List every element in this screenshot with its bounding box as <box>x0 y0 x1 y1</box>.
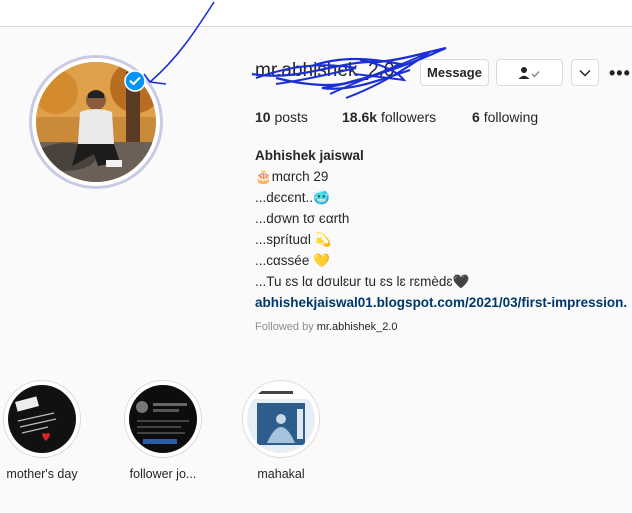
profile-bio: Abhishek jaiswal 🎂mαrch 29 ...dєcєnt..🥶 … <box>255 145 627 313</box>
followed-by-prefix: Followed by <box>255 321 314 333</box>
options-icon[interactable]: ••• <box>609 63 631 84</box>
highlight-follower-journey[interactable] <box>124 380 202 458</box>
bio-line: ...Tu ɛs lα dσulɛur tu ɛs lɛ rɛmèdɛ🖤 <box>255 274 470 289</box>
highlight-mothers-day[interactable] <box>3 380 81 458</box>
bio-line: ...cαssée 💛 <box>255 253 330 268</box>
bio-line: ...dєcєnt..🥶 <box>255 190 330 205</box>
highlight-cover-image <box>247 385 315 453</box>
highlight-cover <box>8 385 76 453</box>
highlight-label: mahakal <box>257 467 305 481</box>
message-button[interactable]: Message <box>420 59 489 86</box>
followed-by-user: mr.abhishek_2.0 <box>316 321 398 333</box>
highlight-label: follower jo... <box>129 467 197 481</box>
highlight-cover-image <box>129 385 197 453</box>
highlight-cover-image <box>8 385 76 453</box>
bio-website-link[interactable]: abhishekjaiswal01.blogspot.com/2021/03/f… <box>255 292 627 313</box>
bio-full-name: Abhishek jaiswal <box>255 148 364 163</box>
following-label: following <box>483 109 539 125</box>
followers-label: followers <box>380 109 437 125</box>
suggested-accounts-button[interactable] <box>571 59 599 86</box>
posts-count: 10 posts <box>255 109 308 125</box>
following-link[interactable]: 6 following <box>472 109 538 125</box>
following-button[interactable] <box>496 59 563 86</box>
followers-number: 18.6k <box>342 109 378 125</box>
chevron-down-icon <box>579 69 591 77</box>
followers-link[interactable]: 18.6k followers <box>342 109 436 125</box>
bio-line: ...sprítuαl 💫 <box>255 232 332 247</box>
highlight-label: mother's day <box>6 467 78 481</box>
person-check-icon <box>518 66 540 79</box>
highlight-cover <box>129 385 197 453</box>
posts-label: posts <box>274 109 308 125</box>
followed-by[interactable]: Followed by mr.abhishek_2.0 <box>255 321 397 333</box>
highlight-cover <box>247 385 315 453</box>
posts-number: 10 <box>255 109 271 125</box>
bio-line: ...dσwn tσ єαrth <box>255 211 350 226</box>
top-navigation-bar <box>0 0 632 27</box>
highlight-mahakal[interactable] <box>242 380 320 458</box>
bio-line: 🎂mαrch 29 <box>255 169 329 184</box>
verified-badge-icon <box>124 70 146 92</box>
following-number: 6 <box>472 109 480 125</box>
profile-username: mr.abhishek_2.0 <box>255 60 395 81</box>
